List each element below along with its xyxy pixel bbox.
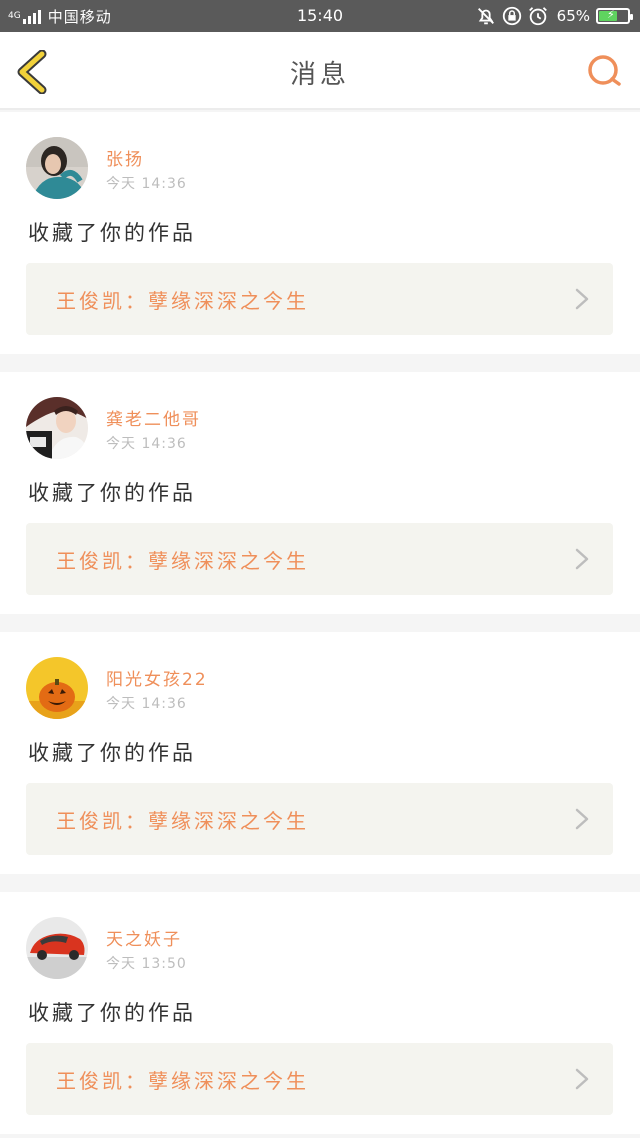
chevron-right-icon — [575, 288, 589, 310]
message-time: 今天 14:36 — [106, 436, 187, 452]
user-name[interactable]: 天之妖子 — [106, 925, 182, 950]
user-name[interactable]: 龚老二他哥 — [106, 405, 201, 430]
work-link[interactable]: 王俊凯：孽缘深深之今生 — [26, 783, 613, 855]
search-icon[interactable] — [586, 52, 624, 90]
message-card: 天之妖子 今天 13:50 收藏了你的作品 王俊凯：孽缘深深之今生 — [0, 892, 640, 1134]
message-card: 阳光女孩22 今天 14:36 收藏了你的作品 王俊凯：孽缘深深之今生 — [0, 632, 640, 874]
avatar[interactable] — [26, 917, 88, 979]
chevron-right-icon — [575, 548, 589, 570]
work-title: 王俊凯：孽缘深深之今生 — [56, 289, 309, 313]
message-card: 张扬 今天 14:36 收藏了你的作品 王俊凯：孽缘深深之今生 — [0, 112, 640, 354]
action-text: 收藏了你的作品 — [28, 1001, 196, 1025]
avatar[interactable] — [26, 137, 88, 199]
chevron-right-icon — [575, 1068, 589, 1090]
bell-off-icon — [477, 8, 494, 25]
chevron-right-icon — [575, 808, 589, 830]
nav-bar: 消息 — [0, 32, 640, 110]
status-bar: 4G 中国移动 15:40 65% ⚡ — [0, 0, 640, 32]
action-text: 收藏了你的作品 — [28, 481, 196, 505]
action-text: 收藏了你的作品 — [28, 221, 196, 245]
work-title: 王俊凯：孽缘深深之今生 — [56, 809, 309, 833]
work-link[interactable]: 王俊凯：孽缘深深之今生 — [26, 1043, 613, 1115]
action-text: 收藏了你的作品 — [28, 741, 196, 765]
work-title: 王俊凯：孽缘深深之今生 — [56, 1069, 309, 1093]
avatar[interactable] — [26, 397, 88, 459]
status-right: 65% ⚡ — [471, 5, 633, 27]
battery-icon: ⚡ — [596, 8, 633, 24]
page-title: 消息 — [289, 60, 350, 90]
user-name[interactable]: 阳光女孩22 — [106, 665, 208, 690]
message-time: 今天 14:36 — [106, 176, 187, 192]
work-link[interactable]: 王俊凯：孽缘深深之今生 — [26, 523, 613, 595]
battery-percent: 65% — [556, 7, 590, 25]
user-name[interactable]: 张扬 — [106, 145, 144, 170]
message-time: 今天 14:36 — [106, 696, 187, 712]
alarm-icon — [528, 7, 547, 26]
avatar[interactable] — [26, 657, 88, 719]
message-card: 龚老二他哥 今天 14:36 收藏了你的作品 王俊凯：孽缘深深之今生 — [0, 372, 640, 614]
work-link[interactable]: 王俊凯：孽缘深深之今生 — [26, 263, 613, 335]
rotation-lock-icon — [502, 6, 521, 26]
work-title: 王俊凯：孽缘深深之今生 — [56, 549, 309, 573]
message-time: 今天 13:50 — [106, 956, 187, 972]
